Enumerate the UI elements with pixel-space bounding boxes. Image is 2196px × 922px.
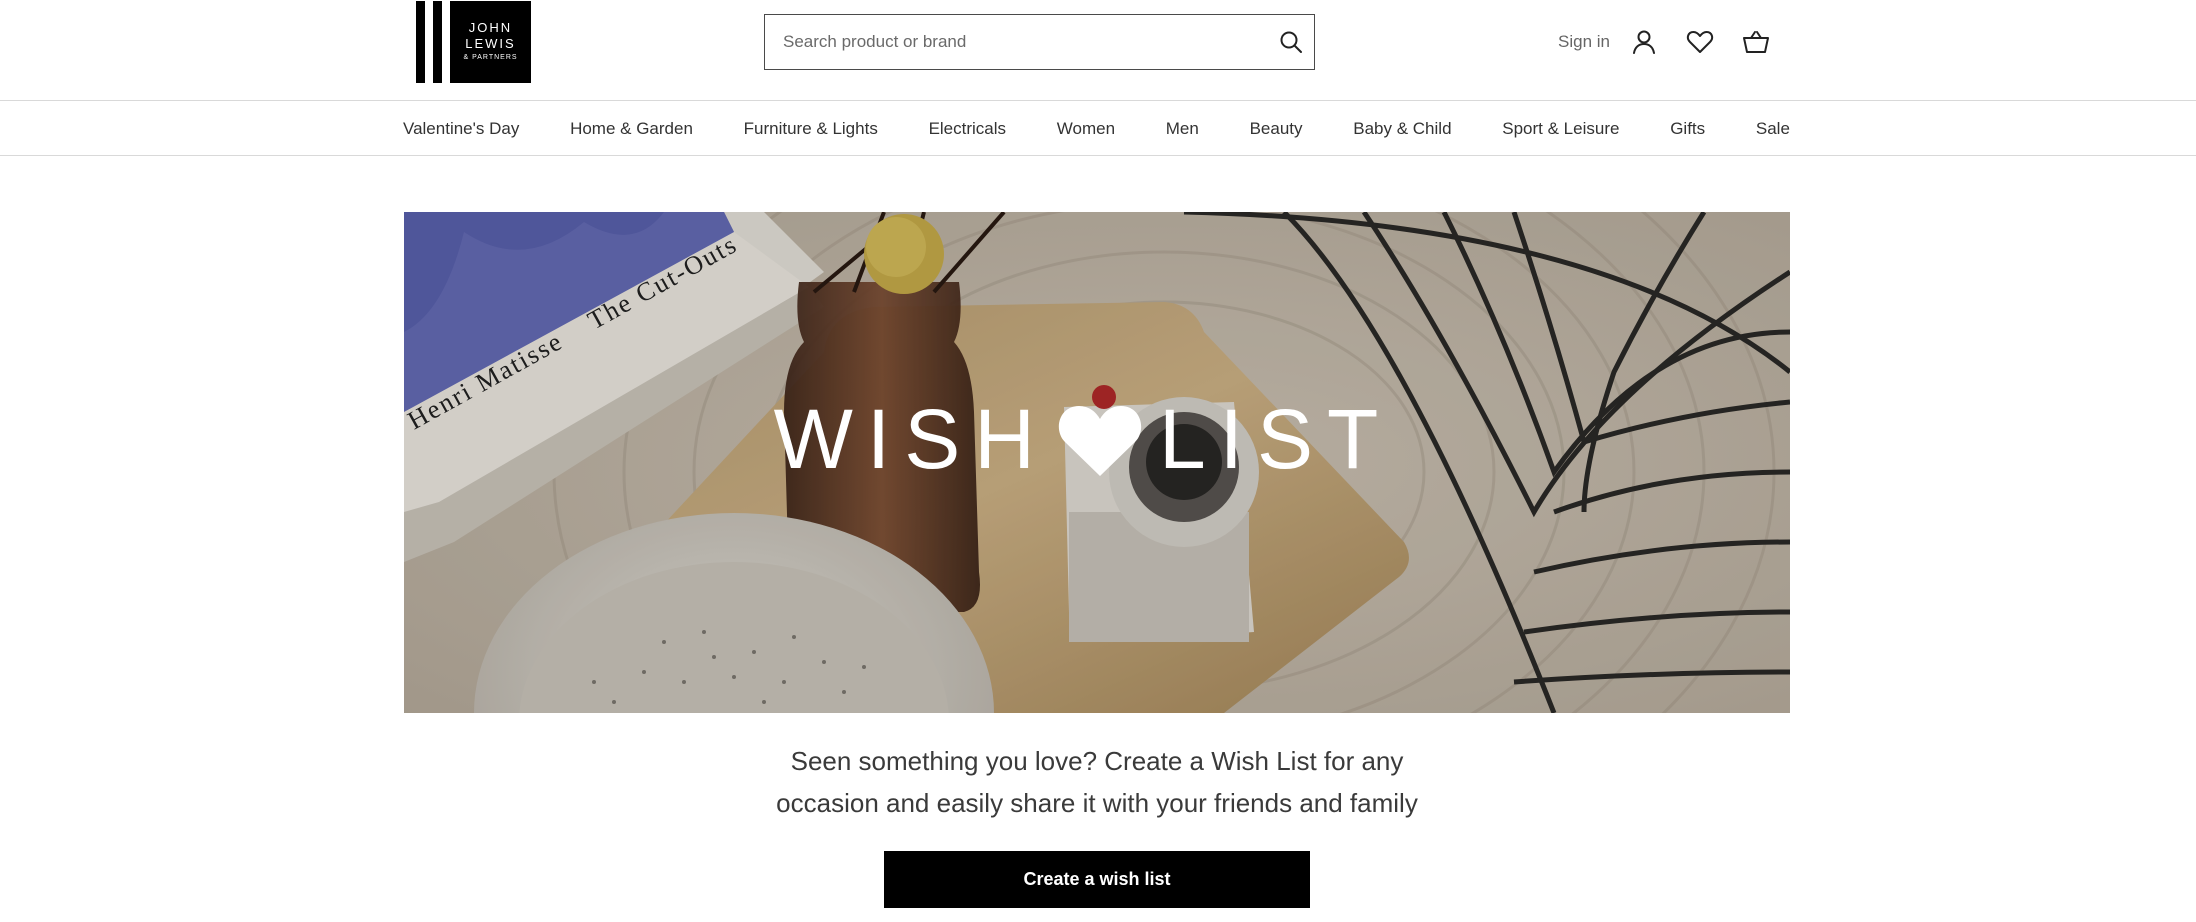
logo-bar — [416, 1, 425, 83]
nav-item-valentines-day[interactable]: Valentine's Day — [403, 119, 519, 139]
logo-bar — [433, 1, 442, 83]
logo-text-partners: & PARTNERS — [463, 54, 518, 61]
basket-icon[interactable] — [1736, 22, 1776, 62]
wish-list-intro: Seen something you love? Create a Wish L… — [404, 740, 1790, 824]
nav-item-gifts[interactable]: Gifts — [1670, 119, 1705, 139]
nav-item-sale[interactable]: Sale — [1756, 119, 1790, 139]
nav-item-home-garden[interactable]: Home & Garden — [570, 119, 693, 139]
header-utilities: Sign in — [1558, 22, 1776, 62]
main-navigation: Valentine's Day Home & Garden Furniture … — [0, 101, 2196, 156]
logo-wordmark: JOHN LEWIS & PARTNERS — [450, 1, 531, 83]
search-bar — [764, 14, 1315, 70]
logo-text-john: JOHN — [468, 20, 513, 35]
brand-logo[interactable]: JOHN LEWIS & PARTNERS — [416, 1, 546, 83]
nav-item-sport-leisure[interactable]: Sport & Leisure — [1502, 119, 1619, 139]
sign-in-link[interactable]: Sign in — [1558, 32, 1610, 52]
logo-text-lewis: LEWIS — [465, 36, 516, 51]
intro-line-1: Seen something you love? Create a Wish L… — [790, 746, 1404, 776]
heart-icon[interactable] — [1680, 22, 1720, 62]
title-word-wish: WISH — [773, 392, 1049, 486]
search-icon[interactable] — [1268, 19, 1314, 65]
nav-item-furniture-lights[interactable]: Furniture & Lights — [744, 119, 878, 139]
site-header: JOHN LEWIS & PARTNERS Sign in — [0, 0, 2196, 101]
create-wish-list-button[interactable]: Create a wish list — [884, 851, 1310, 908]
wish-list-title: WISH LIST — [404, 212, 1790, 713]
nav-item-baby-child[interactable]: Baby & Child — [1353, 119, 1451, 139]
nav-item-electricals[interactable]: Electricals — [929, 119, 1006, 139]
nav-item-beauty[interactable]: Beauty — [1250, 119, 1303, 139]
title-word-list: LIST — [1158, 392, 1393, 486]
search-input[interactable] — [765, 15, 1268, 69]
intro-line-2: occasion and easily share it with your f… — [776, 788, 1418, 818]
heart-icon — [1058, 405, 1142, 476]
nav-item-women[interactable]: Women — [1057, 119, 1115, 139]
wish-list-hero-banner: Henri Matisse The Cut-Outs WISH LIST — [404, 212, 1790, 713]
nav-item-men[interactable]: Men — [1166, 119, 1199, 139]
user-icon[interactable] — [1624, 22, 1664, 62]
